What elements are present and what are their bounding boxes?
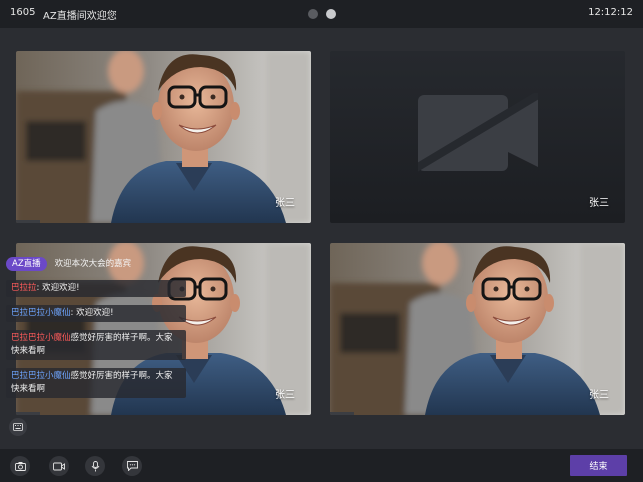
- chat-button[interactable]: [122, 456, 142, 476]
- participant-name: 张三: [589, 198, 609, 209]
- video-button[interactable]: [49, 456, 69, 476]
- chat-message: 巴拉巴拉小魔仙: 欢迎欢迎!: [6, 305, 186, 322]
- video-icon: [53, 462, 65, 470]
- chat-sender[interactable]: 巴拉拉: [11, 283, 37, 293]
- microphone-icon: [91, 460, 99, 471]
- participant-video: [330, 243, 625, 415]
- page-indicator: [308, 9, 336, 19]
- tile-indicator: [330, 412, 354, 415]
- clock: 12:12:12: [588, 7, 633, 18]
- participant-name: 张三: [275, 390, 295, 401]
- chat-message: 巴拉拉: 欢迎欢迎!: [6, 280, 186, 297]
- chat-sender[interactable]: 巴拉巴拉小魔仙: [11, 333, 71, 343]
- video-tile-1[interactable]: 张三: [16, 51, 311, 223]
- chat-icon: [126, 461, 138, 471]
- participant-name: 张三: [589, 390, 609, 401]
- page-dot-2[interactable]: [326, 9, 336, 19]
- page-dot-1[interactable]: [308, 9, 318, 19]
- chat-sender[interactable]: 巴拉巴拉小魔仙: [11, 371, 71, 381]
- end-button[interactable]: 结束: [570, 455, 627, 476]
- room-title: AZ直播间欢迎您: [43, 11, 117, 22]
- chat-overlay: AZ直播 欢迎本次大会的嘉宾 巴拉拉: 欢迎欢迎! 巴拉巴拉小魔仙: 欢迎欢迎!…: [6, 257, 186, 406]
- chat-sender[interactable]: 巴拉巴拉小魔仙: [11, 308, 71, 318]
- video-off-icon: [418, 93, 538, 172]
- chat-message: 巴拉巴拉小魔仙感觉好厉害的样子啊。大家快来看啊: [6, 330, 186, 360]
- participant-video: [16, 51, 311, 223]
- room-id: 1605: [10, 7, 36, 18]
- video-tile-4[interactable]: 张三: [330, 243, 625, 415]
- top-bar: 1605 AZ直播间欢迎您 12:12:12: [0, 0, 643, 28]
- bottom-toolbar: 结束: [0, 449, 643, 482]
- chat-text: : 欢迎欢迎!: [36, 283, 80, 293]
- keyboard-icon: [13, 423, 23, 431]
- welcome-text: 欢迎本次大会的嘉宾: [54, 258, 132, 269]
- microphone-button[interactable]: [85, 456, 105, 476]
- participant-name: 张三: [275, 198, 295, 209]
- tile-indicator: [16, 412, 40, 415]
- welcome-row: AZ直播 欢迎本次大会的嘉宾: [6, 257, 186, 271]
- tile-indicator: [16, 220, 40, 223]
- keyboard-button[interactable]: [9, 418, 27, 436]
- video-tile-2[interactable]: 张三: [330, 51, 625, 223]
- chat-text: : 欢迎欢迎!: [70, 308, 114, 318]
- room-badge: AZ直播: [6, 257, 47, 271]
- chat-message: 巴拉巴拉小魔仙感觉好厉害的样子啊。大家快来看啊: [6, 368, 186, 398]
- camera-icon: [14, 461, 26, 471]
- camera-button[interactable]: [10, 456, 30, 476]
